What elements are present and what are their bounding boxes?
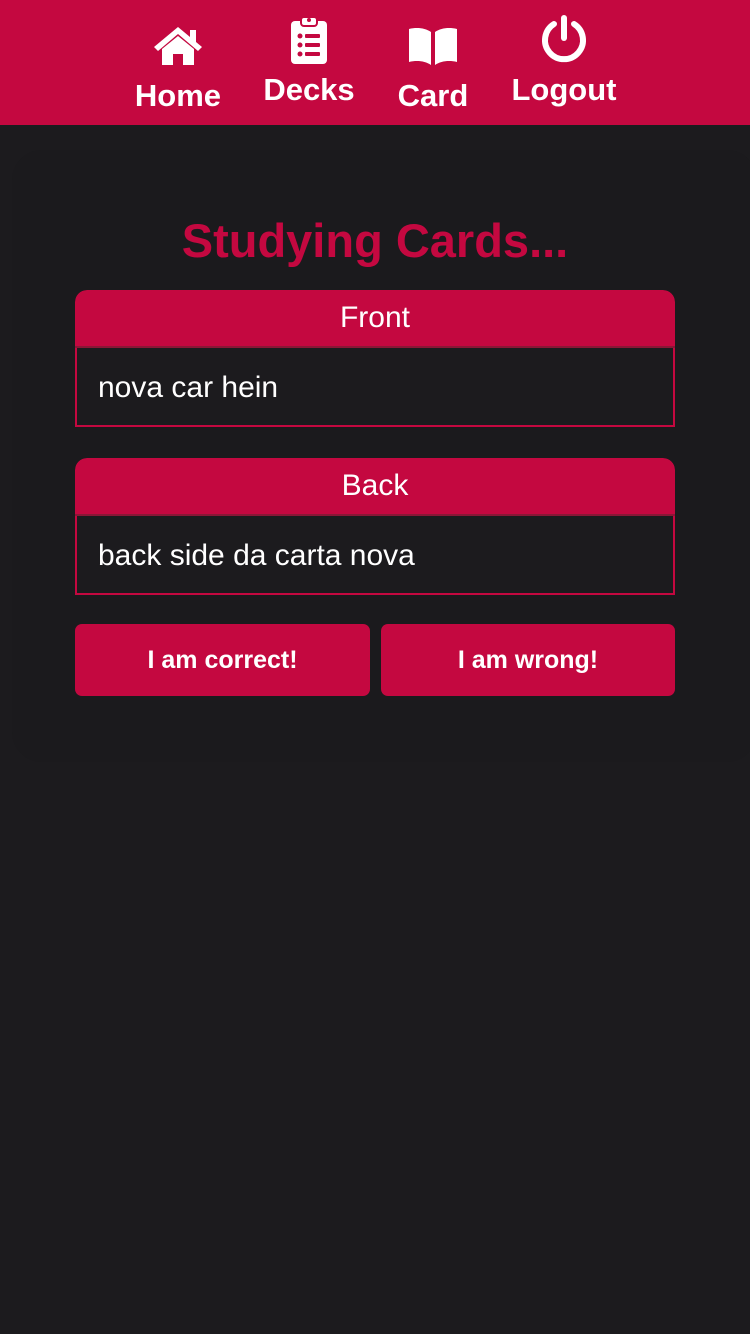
nav-card[interactable]: Card: [396, 14, 470, 114]
book-open-icon: [409, 28, 457, 65]
nav-home-label: Home: [134, 78, 222, 113]
page-title: Studying Cards...: [181, 214, 569, 267]
correct-button[interactable]: I am correct!: [75, 624, 370, 696]
card-back: Back back side da carta nova: [75, 458, 675, 595]
nav-decks-label: Decks: [263, 72, 355, 107]
top-navbar: Home Decks Card Logout: [0, 0, 750, 125]
nav-logout-label: Logout: [511, 72, 617, 107]
card-back-header: Back: [75, 458, 675, 514]
card-front-header: Front: [75, 290, 675, 346]
wrong-button[interactable]: I am wrong!: [381, 624, 675, 696]
card-front-content: nova car hein: [75, 348, 675, 427]
nav-logout[interactable]: Logout: [509, 14, 619, 114]
card-front: Front nova car hein: [75, 290, 675, 427]
clipboard-list-icon: [291, 16, 327, 64]
home-icon: [154, 27, 202, 65]
nav-decks[interactable]: Decks: [262, 14, 356, 114]
power-icon: [542, 15, 586, 63]
card-back-content: back side da carta nova: [75, 516, 675, 595]
nav-home[interactable]: Home: [133, 14, 223, 114]
nav-card-label: Card: [397, 78, 469, 113]
